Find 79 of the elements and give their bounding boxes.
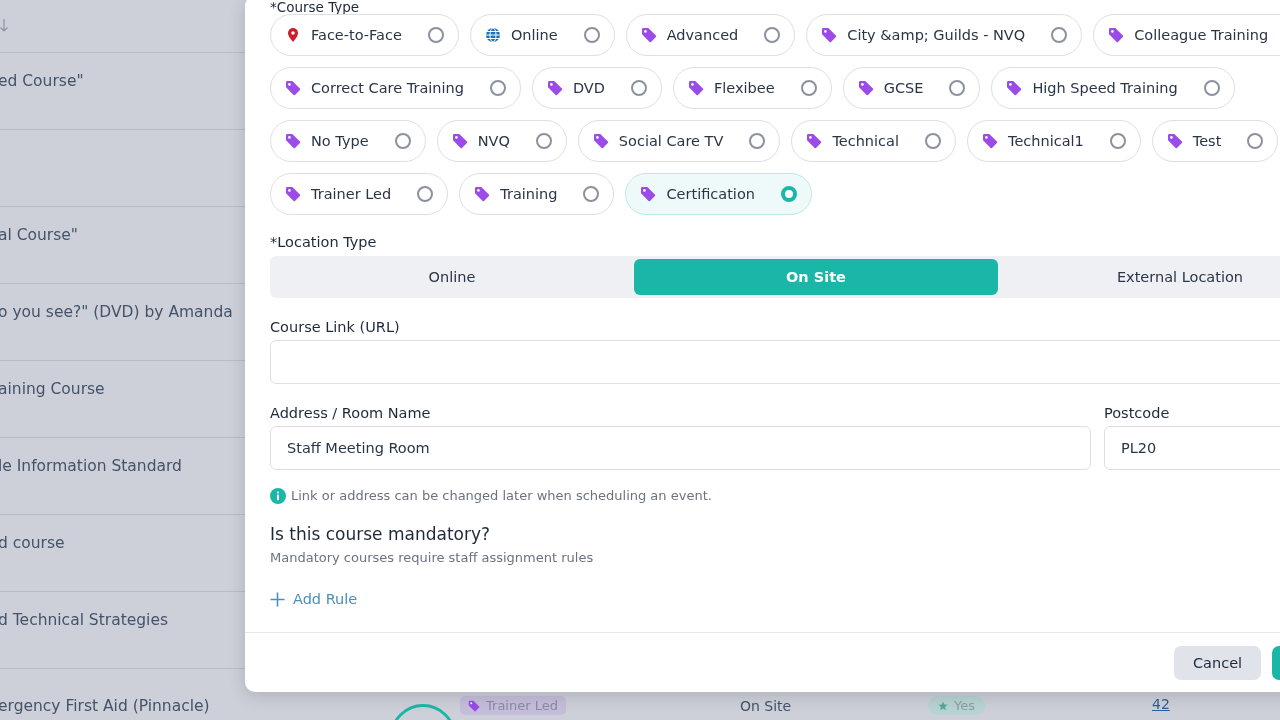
tag-icon <box>592 133 609 149</box>
tag-icon <box>1166 133 1183 149</box>
tag-icon <box>474 186 491 202</box>
course-type-option[interactable]: Test <box>1151 120 1279 162</box>
helper-text: Link or address can be changed later when scheduling an event. <box>291 488 712 504</box>
course-type-option[interactable]: Technical <box>791 120 956 162</box>
tag-icon <box>546 80 563 96</box>
field-label: Course Link (URL) <box>270 318 401 336</box>
section-heading: Is this course mandatory? <box>270 524 492 544</box>
radio-button[interactable] <box>427 27 444 43</box>
course-type-option[interactable]: Online <box>469 14 615 56</box>
tag-icon <box>285 133 301 149</box>
radio-button[interactable] <box>749 133 766 149</box>
radio-button[interactable] <box>394 133 411 149</box>
tag-icon <box>982 133 998 149</box>
tag-icon <box>451 133 468 149</box>
cancel-button[interactable]: Cancel <box>1174 645 1262 680</box>
radio-button[interactable] <box>1109 133 1126 149</box>
postcode-input-field[interactable]: PL20 <box>1104 426 1280 470</box>
radio-button[interactable] <box>1203 80 1220 96</box>
course-type-option[interactable]: Social Care TV <box>577 120 781 162</box>
field-label: Postcode <box>1104 404 1171 422</box>
tag-icon <box>1006 80 1023 96</box>
course-type-option[interactable]: Technical1 <box>967 120 1141 162</box>
tag-icon <box>857 80 874 96</box>
course-type-option[interactable]: City &amp; Guilds - NVQ <box>806 14 1083 56</box>
tag-icon <box>285 80 301 96</box>
radio-button[interactable] <box>583 186 600 202</box>
tag-icon <box>687 80 704 96</box>
tag-icon <box>640 27 657 43</box>
location-cell-text: On Site <box>740 697 793 716</box>
star-icon <box>938 700 948 711</box>
course-type-option[interactable]: Colleague Training <box>1093 14 1280 56</box>
radio-button[interactable] <box>800 80 817 96</box>
radio-button[interactable] <box>417 186 434 202</box>
radio-button[interactable] <box>780 186 797 202</box>
location-type-option[interactable]: Online <box>270 259 634 295</box>
radio-button[interactable] <box>1051 27 1068 43</box>
course-type-option[interactable]: No Type <box>270 120 426 162</box>
radio-button[interactable] <box>925 133 941 149</box>
radio-button[interactable] <box>630 80 647 96</box>
tag-icon <box>806 133 823 149</box>
field-label: *Course Type <box>270 0 361 14</box>
url-input-field[interactable] <box>270 340 1280 384</box>
course-type-option[interactable]: Flexibee <box>672 67 832 109</box>
tag-icon <box>1108 27 1125 43</box>
radio-button[interactable] <box>1247 133 1264 149</box>
course-type-option[interactable]: Trainer Led <box>270 173 449 215</box>
add-rule-link[interactable]: Add Rule <box>270 591 358 607</box>
course-type-option[interactable]: GCSE <box>842 67 981 109</box>
course-type-option[interactable]: High Speed Training <box>991 67 1235 109</box>
map-pin-icon <box>285 27 301 43</box>
course-type-option[interactable]: Training <box>459 173 615 215</box>
radio-button[interactable] <box>489 80 506 96</box>
course-type-option[interactable]: NVQ <box>436 120 567 162</box>
tag-icon <box>821 27 838 43</box>
sort-arrow-icon[interactable] <box>0 19 8 33</box>
globe-icon <box>484 27 501 43</box>
course-type-option[interactable]: DVD <box>531 67 662 109</box>
count-link[interactable]: 42 <box>1152 696 1280 712</box>
field-label: Address / Room Name <box>270 404 432 422</box>
course-type-option[interactable]: Advanced <box>625 14 796 56</box>
radio-button[interactable] <box>535 133 552 149</box>
tag-icon <box>285 186 301 202</box>
address-input-field[interactable]: Staff Meeting Room <box>270 426 1091 470</box>
radio-button[interactable] <box>583 27 600 43</box>
section-subtitle: Mandatory courses require staff assignment rules <box>270 550 595 565</box>
course-type-option[interactable]: Face-to-Face <box>270 14 459 56</box>
course-type-option[interactable]: Certification <box>625 173 812 215</box>
tag-label: Trainer Led <box>486 698 558 713</box>
tag-icon <box>640 186 657 202</box>
plus-icon <box>270 591 285 607</box>
radio-button[interactable] <box>949 80 966 96</box>
location-type-option[interactable]: External Location <box>998 259 1280 295</box>
info-icon <box>270 488 286 504</box>
course-type-option[interactable]: Correct Care Training <box>270 67 521 109</box>
tag-icon <box>468 699 480 712</box>
field-label: *Location Type <box>270 233 378 251</box>
radio-button[interactable] <box>764 27 781 43</box>
